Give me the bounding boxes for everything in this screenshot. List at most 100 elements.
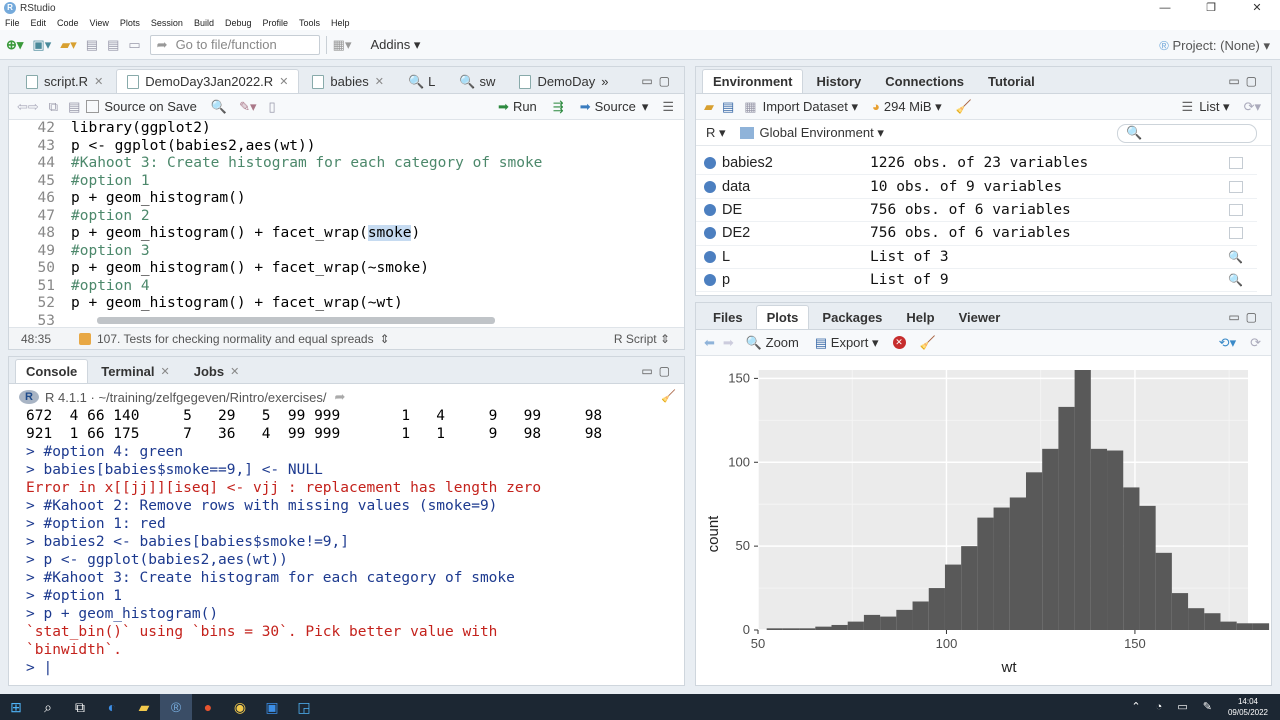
tab-jobs[interactable]: Jobs ✕ [183, 359, 251, 383]
new-project-icon[interactable]: ▣▾ [32, 37, 51, 53]
grid-layout-icon[interactable]: ▦▾ [333, 37, 352, 53]
tab-l[interactable]: 🔍 L [397, 69, 446, 93]
close-button[interactable]: ✕ [1234, 0, 1280, 16]
code-line[interactable]: 47 #option 2 [9, 208, 676, 226]
save-icon[interactable]: ▤ [68, 99, 80, 115]
show-in-window-icon[interactable]: ⧉ [49, 99, 58, 115]
import-dataset-icon[interactable]: ▦ [744, 99, 756, 115]
edge-icon[interactable]: ◐ [96, 694, 128, 720]
menu-code[interactable]: Code [52, 18, 85, 28]
find-icon[interactable]: 🔍 [211, 99, 227, 115]
environment-row[interactable]: p List of 9 🔍 [696, 269, 1257, 293]
refresh-icon[interactable]: ⟳▾ [1244, 99, 1261, 115]
search-icon[interactable]: ⌕ [32, 694, 64, 720]
tab-terminal[interactable]: Terminal ✕ [90, 359, 180, 383]
view-data-icon[interactable] [1229, 203, 1243, 216]
goto-file-input[interactable]: ➦ Go to file/function [149, 34, 320, 55]
menu-file[interactable]: File [0, 18, 26, 28]
system-clock[interactable]: 14:04 09/05/2022 [1228, 696, 1268, 718]
pane-window-controls[interactable]: ▭▢ [1228, 74, 1263, 88]
environment-row[interactable]: DE2 756 obs. of 6 variables [696, 222, 1257, 246]
chrome-icon[interactable]: ◉ [224, 694, 256, 720]
save-all-icon[interactable]: ▤ [107, 37, 119, 53]
windows-start-icon[interactable]: ⊞ [0, 694, 32, 720]
previous-plot-icon[interactable]: ⬅ [704, 335, 715, 351]
clear-workspace-icon[interactable]: 🧹 [956, 99, 972, 115]
file-explorer-icon[interactable]: ▰ [128, 694, 160, 720]
menu-profile[interactable]: Profile [258, 18, 295, 28]
close-tab-icon[interactable]: ✕ [279, 75, 288, 88]
pane-window-controls[interactable]: ▭▢ [641, 364, 676, 378]
menu-build[interactable]: Build [189, 18, 220, 28]
menu-plots[interactable]: Plots [115, 18, 146, 28]
next-plot-icon[interactable]: ➡ [723, 335, 734, 351]
file-type-menu[interactable]: R Script ⇕ [614, 332, 670, 346]
goto-directory-icon[interactable]: ➦ [334, 389, 345, 405]
rerun-icon[interactable]: ⇶ [553, 99, 564, 115]
tab-babies[interactable]: babies ✕ [301, 69, 395, 93]
code-line[interactable]: 48 p + geom_histogram() + facet_wrap(smok… [9, 225, 676, 243]
system-tray[interactable]: ⌃ ◔ ▭ ✎ [1131, 700, 1218, 713]
expand-icon[interactable] [704, 180, 716, 193]
publish-icon[interactable]: ⟲▾ [1219, 335, 1236, 351]
maximize-button[interactable]: ❐ [1188, 0, 1234, 16]
expand-icon[interactable] [704, 203, 716, 216]
clear-plots-icon[interactable]: 🧹 [920, 335, 936, 351]
memory-usage-menu[interactable]: 294 MiB ▾ [884, 99, 942, 115]
code-tools-icon[interactable]: ✎▾ [239, 99, 256, 115]
menu-debug[interactable]: Debug [220, 18, 258, 28]
save-icon[interactable]: ▤ [86, 37, 98, 53]
code-line[interactable]: 50 p + geom_histogram() + facet_wrap(~smo… [9, 260, 676, 278]
run-button[interactable]: ➡ Run [498, 99, 537, 115]
document-outline-icon[interactable]: ▯ [269, 99, 276, 115]
tab-tutorial[interactable]: Tutorial [977, 69, 1046, 93]
tab-help[interactable]: Help [895, 305, 945, 329]
view-data-icon[interactable] [1229, 227, 1243, 240]
close-tab-icon[interactable]: ✕ [230, 365, 239, 378]
project-menu[interactable]: ® Project: (None) ▾ [1159, 38, 1270, 54]
section-navigator[interactable]: 107. Tests for checking normality and eq… [97, 332, 374, 346]
new-file-icon[interactable]: ⊕▾ [6, 37, 23, 53]
source-button[interactable]: ➡ Source ▾ [580, 99, 649, 115]
more-tabs-icon[interactable]: » [601, 74, 608, 89]
expand-icon[interactable] [704, 274, 716, 287]
code-line[interactable]: 51 #option 4 [9, 278, 676, 296]
save-workspace-icon[interactable]: ▤ [722, 99, 734, 115]
code-line[interactable]: 46 p + geom_histogram() [9, 190, 676, 208]
tab-demoday3jan2022[interactable]: DemoDay3Jan2022.R ✕ [116, 69, 300, 93]
view-mode-menu[interactable]: List ▾ [1199, 99, 1229, 115]
code-line[interactable]: 44 #Kahoot 3: Create histogram for each c… [9, 155, 676, 173]
tab-console[interactable]: Console [15, 359, 89, 383]
search-icon[interactable]: 🔍 [1228, 273, 1243, 287]
close-tab-icon[interactable]: ✕ [94, 75, 103, 88]
environment-row[interactable]: L List of 3 🔍 [696, 246, 1257, 269]
menu-session[interactable]: Session [146, 18, 189, 28]
tab-connections[interactable]: Connections [874, 69, 975, 93]
tab-plots[interactable]: Plots [755, 305, 810, 329]
search-icon[interactable]: 🔍 [1228, 250, 1243, 264]
remove-plot-icon[interactable]: ✕ [892, 336, 906, 349]
pane-window-controls[interactable]: ▭▢ [1228, 310, 1263, 324]
code-line[interactable]: 42 library(ggplot2) [9, 120, 676, 138]
editor-horizontal-scrollbar[interactable] [97, 317, 495, 324]
environment-row[interactable]: DE 756 obs. of 6 variables [696, 199, 1257, 223]
app2-icon[interactable]: ◲ [288, 694, 320, 720]
expand-icon[interactable] [704, 250, 716, 263]
view-data-icon[interactable] [1229, 180, 1243, 193]
expand-icon[interactable] [704, 227, 716, 240]
load-workspace-icon[interactable]: ▰ [704, 99, 714, 115]
console-output[interactable]: 672 4 66 140 5 29 5 99 999 1 4 9 99 98 92… [9, 407, 684, 685]
code-line[interactable]: 43 p <- ggplot(babies2,aes(wt)) [9, 138, 676, 156]
open-file-icon[interactable]: ▰▾ [60, 37, 77, 53]
tab-sw[interactable]: 🔍 sw [448, 69, 506, 93]
rstudio-taskbar-icon[interactable]: ® [160, 694, 192, 720]
export-menu[interactable]: ▤ Export ▾ [815, 335, 879, 351]
expand-icon[interactable] [704, 157, 716, 170]
environment-row[interactable]: babies2 1226 obs. of 23 variables [696, 152, 1257, 176]
close-tab-icon[interactable]: ✕ [375, 75, 384, 88]
refresh-icon[interactable]: ⟳ [1250, 335, 1261, 351]
tab-packages[interactable]: Packages [811, 305, 893, 329]
code-line[interactable]: 49 #option 3 [9, 243, 676, 261]
tab-viewer[interactable]: Viewer [948, 305, 1012, 329]
clear-console-icon[interactable]: 🧹 [661, 389, 676, 403]
